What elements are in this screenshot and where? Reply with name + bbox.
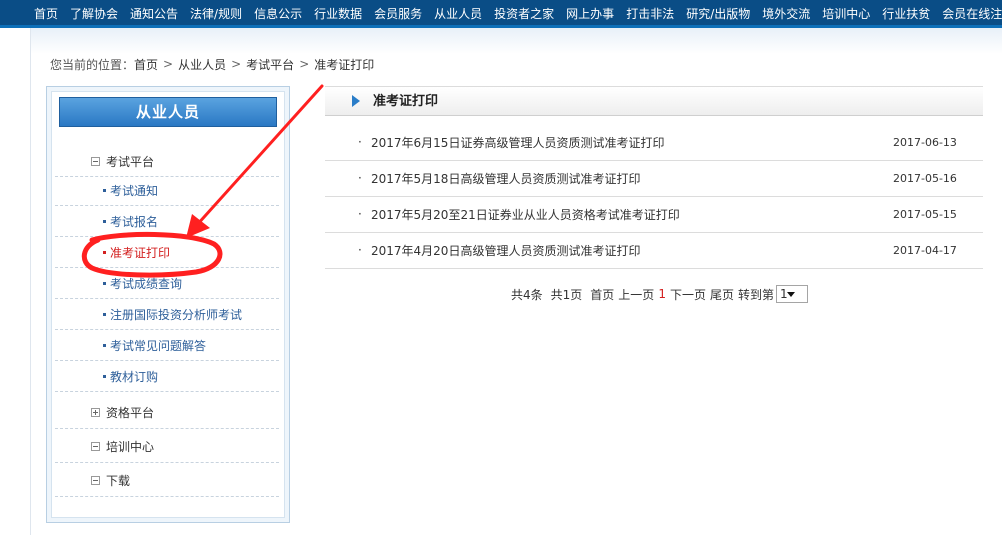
breadcrumb-current: 准考证打印 (314, 57, 375, 72)
nav-item-overseas[interactable]: 境外交流 (756, 0, 810, 28)
list-item: · 2017年5月20至21日证券业从业人员资格考试准考证打印 2017-05-… (325, 197, 983, 233)
sidebar-category-label: 考试平台 (106, 154, 155, 169)
bullet-icon: · (358, 135, 362, 149)
nav-item-online-services[interactable]: 网上办事 (560, 0, 614, 28)
sidebar-item-exam-notice[interactable]: 考试通知 (55, 176, 279, 206)
collapse-icon[interactable] (91, 156, 100, 166)
sidebar-category-training[interactable]: 培训中心 (91, 437, 154, 455)
list-item: · 2017年5月18日高级管理人员资质测试准考证打印 2017-05-16 (325, 161, 983, 197)
sidebar-item-cfa-registration[interactable]: 注册国际投资分析师考试 (55, 300, 279, 330)
collapse-icon[interactable] (91, 475, 100, 485)
sidebar-item-exam-faq[interactable]: 考试常见问题解答 (55, 331, 279, 361)
list-item-link[interactable]: 2017年5月20至21日证券业从业人员资格考试准考证打印 (371, 197, 680, 233)
sidebar-item-label: 考试成绩查询 (110, 277, 183, 291)
sidebar-title: 从业人员 (59, 97, 277, 127)
list-item-date: 2017-05-16 (893, 172, 957, 185)
sidebar-category-label: 下载 (106, 473, 131, 488)
frame-top-gradient (31, 28, 1002, 54)
nav-item-disclosure[interactable]: 信息公示 (248, 0, 302, 28)
bullet-icon: · (358, 243, 362, 257)
list-item-link[interactable]: 2017年6月15日证券高级管理人员资质测试准考证打印 (371, 125, 664, 161)
left-gutter (0, 28, 31, 535)
total-items: 共4条 (511, 287, 543, 302)
expand-icon[interactable] (91, 407, 100, 417)
sidebar-category-exam-platform[interactable]: 考试平台 (91, 152, 154, 170)
list-item-date: 2017-05-15 (893, 208, 957, 221)
nav-item-training[interactable]: 培训中心 (816, 0, 870, 28)
top-navigation: 首页 了解协会 通知公告 法律/规则 信息公示 行业数据 会员服务 从业人员 投… (0, 0, 1002, 28)
goto-label: 转到第 (737, 287, 774, 302)
sidebar-item-score-query[interactable]: 考试成绩查询 (55, 269, 279, 299)
bullet-icon (103, 282, 106, 285)
next-page-link[interactable]: 下一页 (670, 286, 706, 303)
sidebar-item-textbook-order[interactable]: 教材订购 (55, 362, 279, 392)
sidebar-item-label: 注册国际投资分析师考试 (110, 308, 243, 322)
list-item-link[interactable]: 2017年4月20日高级管理人员资质测试准考证打印 (371, 233, 640, 269)
bullet-icon: · (358, 207, 362, 221)
sidebar-item-label: 教材订购 (110, 370, 159, 384)
breadcrumb-separator: > (163, 57, 174, 71)
bullet-icon (103, 220, 106, 223)
nav-item-anti-illegal[interactable]: 打击非法 (620, 0, 674, 28)
sidebar-item-admission-ticket[interactable]: 准考证打印 (55, 238, 279, 268)
divider (55, 428, 279, 429)
sidebar-item-label: 考试常见问题解答 (110, 339, 207, 353)
bullet-icon (103, 313, 106, 316)
nav-item-research[interactable]: 研究/出版物 (680, 0, 750, 28)
list-item: · 2017年4月20日高级管理人员资质测试准考证打印 2017-04-17 (325, 233, 983, 269)
total-pages: 共1页 (550, 287, 583, 302)
nav-item-poverty-relief[interactable]: 行业扶贫 (876, 0, 930, 28)
sidebar-category-download[interactable]: 下载 (91, 471, 130, 489)
chevron-down-icon (787, 292, 795, 297)
nav-item-practitioners[interactable]: 从业人员 (428, 0, 482, 28)
nav-item-member-register[interactable]: 会员在线注册 (936, 0, 1002, 28)
sidebar-item-label: 准考证打印 (110, 246, 171, 260)
nav-item-member-services[interactable]: 会员服务 (368, 0, 422, 28)
content-header: 准考证打印 (325, 86, 983, 116)
nav-item-home[interactable]: 首页 (0, 0, 58, 28)
sidebar-category-qualification[interactable]: 资格平台 (91, 403, 154, 421)
breadcrumb-separator: > (299, 57, 310, 71)
current-page: 1 (658, 287, 666, 301)
breadcrumb-separator: > (231, 57, 242, 71)
sidebar-item-label: 考试报名 (110, 215, 159, 229)
divider (55, 496, 279, 497)
page-select[interactable]: 1 (776, 285, 808, 303)
divider (55, 462, 279, 463)
last-page-link[interactable]: 尾页 (710, 286, 734, 303)
section-title: 准考证打印 (373, 94, 439, 109)
prev-page-link[interactable]: 上一页 (618, 286, 654, 303)
list-item-date: 2017-06-13 (893, 136, 957, 149)
first-page-link[interactable]: 首页 (590, 286, 614, 303)
pagination: 共4条 共1页 首页 上一页 1 下一页 尾页 转到第 1 (511, 284, 816, 304)
bullet-icon (103, 344, 106, 347)
breadcrumb-practitioners[interactable]: 从业人员 (178, 56, 226, 73)
nav-item-notices[interactable]: 通知公告 (124, 0, 178, 28)
sidebar-category-label: 资格平台 (106, 405, 155, 420)
breadcrumb-exam-platform[interactable]: 考试平台 (246, 56, 294, 73)
collapse-icon[interactable] (91, 441, 100, 451)
nav-item-investors[interactable]: 投资者之家 (488, 0, 554, 28)
breadcrumb-home[interactable]: 首页 (134, 56, 158, 73)
breadcrumb-prefix: 您当前的位置： (50, 57, 135, 72)
breadcrumb: 您当前的位置： 首页 > 从业人员 > 考试平台 > 准考证打印 (50, 55, 374, 73)
nav-item-laws[interactable]: 法律/规则 (184, 0, 242, 28)
sidebar-item-exam-registration[interactable]: 考试报名 (55, 207, 279, 237)
bullet-icon (103, 189, 106, 192)
nav-item-about[interactable]: 了解协会 (64, 0, 118, 28)
list-item-link[interactable]: 2017年5月18日高级管理人员资质测试准考证打印 (371, 161, 640, 197)
bullet-icon (103, 251, 106, 254)
nav-item-industry-data[interactable]: 行业数据 (308, 0, 362, 28)
triangle-right-icon (352, 95, 360, 107)
list-item: · 2017年6月15日证券高级管理人员资质测试准考证打印 2017-06-13 (325, 125, 983, 161)
sidebar-item-label: 考试通知 (110, 184, 159, 198)
list-item-date: 2017-04-17 (893, 244, 957, 257)
sidebar-category-label: 培训中心 (106, 439, 155, 454)
bullet-icon (103, 375, 106, 378)
bullet-icon: · (358, 171, 362, 185)
